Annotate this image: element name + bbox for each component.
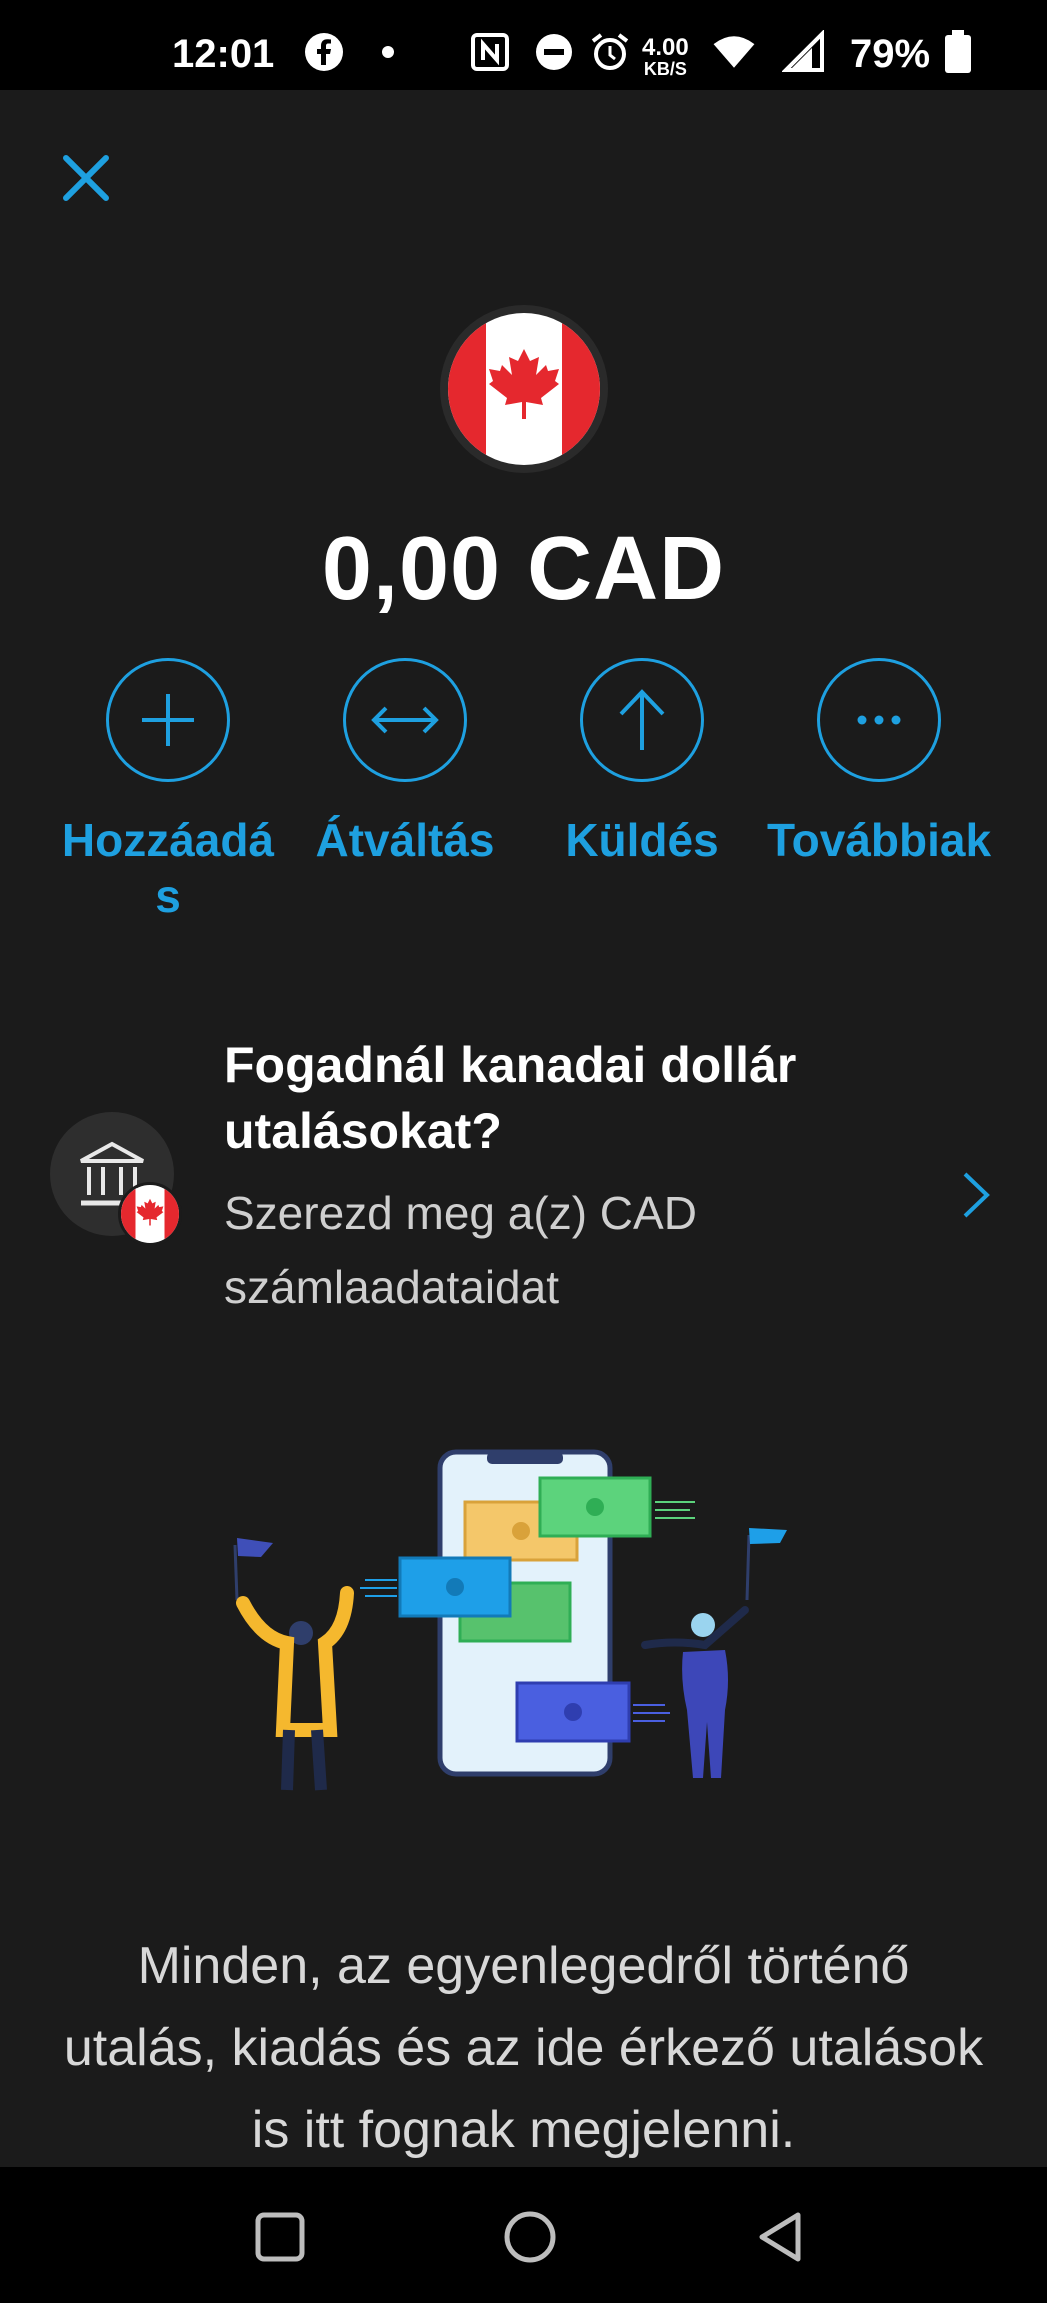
system-nav-bar <box>0 2167 1047 2303</box>
dnd-icon <box>532 30 576 74</box>
status-bar: 12:01 4.00 KB/S 79% <box>0 0 1047 90</box>
more-button[interactable]: Továbbiak <box>764 658 994 868</box>
close-icon <box>63 155 109 201</box>
banner-title: Fogadnál kanadai dollár utalásokat? <box>224 1037 797 1159</box>
canada-flag-icon <box>448 313 600 465</box>
convert-button[interactable]: Átváltás <box>290 658 520 868</box>
more-icon <box>857 715 901 725</box>
square-icon <box>255 2212 305 2262</box>
close-button[interactable] <box>56 148 116 208</box>
battery-icon <box>936 30 980 74</box>
balance-amount: 0,00 CAD <box>321 519 726 619</box>
send-label: Küldés <box>565 814 719 866</box>
status-time: 12:01 <box>172 32 275 76</box>
exchange-icon <box>371 706 439 734</box>
canada-flag-small-icon <box>118 1182 182 1246</box>
add-money-button[interactable]: Hozzáadás <box>53 658 283 924</box>
plus-icon <box>142 694 194 746</box>
network-speed-unit: KB/S <box>643 59 687 79</box>
convert-label: Átváltás <box>315 814 495 866</box>
battery-percentage: 79% <box>850 32 931 76</box>
send-circle <box>580 658 704 782</box>
empty-state-illustration <box>233 1449 787 1791</box>
network-speed: 4.00 KB/S <box>642 34 689 79</box>
arrow-up-icon <box>619 689 665 750</box>
nfc-icon <box>468 30 512 74</box>
wifi-icon <box>712 30 756 74</box>
currency-flag <box>440 305 608 473</box>
signal-icon <box>782 30 826 74</box>
empty-state-text: Minden, az egyenlegedről történő utalás,… <box>63 1937 984 2159</box>
home-button[interactable] <box>500 2207 560 2267</box>
more-circle <box>817 658 941 782</box>
more-label: Továbbiak <box>766 814 992 866</box>
circle-icon <box>504 2211 556 2263</box>
alarm-icon <box>588 30 632 74</box>
back-triangle-icon <box>759 2212 801 2262</box>
back-button[interactable] <box>750 2207 810 2267</box>
add-money-label: Hozzáadás <box>61 814 275 922</box>
dot-icon <box>366 30 410 74</box>
recents-button[interactable] <box>250 2207 310 2267</box>
facebook-icon <box>302 30 346 74</box>
chevron-right-icon <box>963 1172 990 1218</box>
convert-circle <box>343 658 467 782</box>
banner-subtitle: Szerezd meg a(z) CAD számlaadataidat <box>224 1187 697 1313</box>
network-speed-value: 4.00 <box>642 34 689 61</box>
account-details-banner[interactable]: Fogadnál kanadai dollár utalásokat? Szer… <box>0 1020 1047 1320</box>
send-button[interactable]: Küldés <box>527 658 757 868</box>
add-circle <box>106 658 230 782</box>
